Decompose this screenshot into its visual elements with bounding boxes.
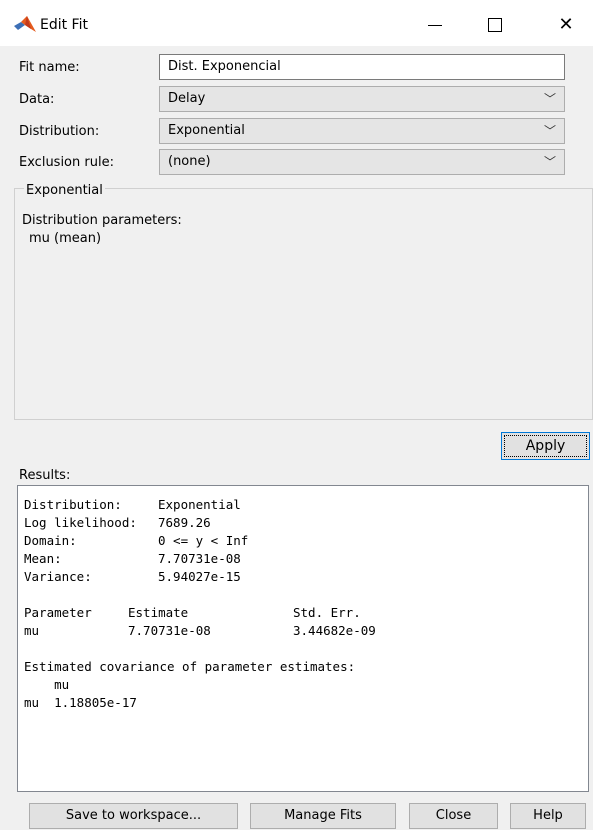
save-to-workspace-button[interactable]: Save to workspace... [29, 803, 238, 829]
exclusion-rule-select[interactable]: (none) ﹀ [159, 149, 565, 175]
results-line: mu [24, 677, 70, 692]
results-line: mu 1.18805e-17 [24, 695, 137, 710]
close-button[interactable]: Close [409, 803, 498, 829]
manage-fits-button[interactable]: Manage Fits [250, 803, 396, 829]
exclusion-rule-select-value: (none) [168, 154, 211, 169]
minimize-icon [428, 24, 442, 26]
results-textarea[interactable]: Distribution: Exponential Log likelihood:… [17, 485, 589, 792]
data-select-value: Delay [168, 91, 206, 106]
results-line: Domain: 0 <= y < Inf [24, 533, 249, 548]
matlab-logo-icon [14, 16, 36, 32]
maximize-button[interactable] [480, 10, 510, 40]
close-icon: ✕ [558, 14, 574, 35]
window-title: Edit Fit [40, 17, 88, 33]
minimize-button[interactable] [420, 10, 450, 40]
maximize-icon [488, 18, 502, 32]
chevron-down-icon: ﹀ [543, 155, 556, 169]
chevron-down-icon: ﹀ [543, 124, 556, 138]
results-line: Parameter Estimate Std. Err. [24, 605, 361, 620]
panel-title: Exponential [24, 183, 105, 198]
distribution-select[interactable]: Exponential ﹀ [159, 118, 565, 144]
results-line: mu 7.70731e-08 3.44682e-09 [24, 623, 376, 638]
results-line: Log likelihood: 7689.26 [24, 515, 211, 530]
close-window-button[interactable]: ✕ [551, 10, 581, 40]
results-label: Results: [19, 468, 71, 483]
fit-name-label: Fit name: [19, 60, 80, 75]
distribution-label: Distribution: [19, 124, 100, 139]
results-line [24, 586, 588, 604]
results-line: Mean: 7.70731e-08 [24, 551, 241, 566]
exclusion-rule-label: Exclusion rule: [19, 155, 114, 170]
fit-name-input[interactable]: Dist. Exponencial [159, 54, 565, 80]
data-label: Data: [19, 92, 55, 107]
title-bar: Edit Fit ✕ [0, 0, 593, 46]
results-line: Variance: 5.94027e-15 [24, 569, 241, 584]
results-line [24, 640, 588, 658]
edit-fit-window: Edit Fit ✕ Fit name: Dist. Exponencial D… [0, 0, 593, 830]
help-button[interactable]: Help [510, 803, 586, 829]
distribution-parameters-heading: Distribution parameters: [22, 213, 182, 228]
chevron-down-icon: ﹀ [543, 92, 556, 106]
parameter-mu-label: mu (mean) [29, 231, 102, 246]
results-line: Distribution: Exponential [24, 497, 241, 512]
distribution-select-value: Exponential [168, 123, 245, 138]
data-select[interactable]: Delay ﹀ [159, 86, 565, 112]
results-line: Estimated covariance of parameter estima… [24, 659, 356, 674]
apply-button[interactable]: Apply [501, 432, 590, 460]
